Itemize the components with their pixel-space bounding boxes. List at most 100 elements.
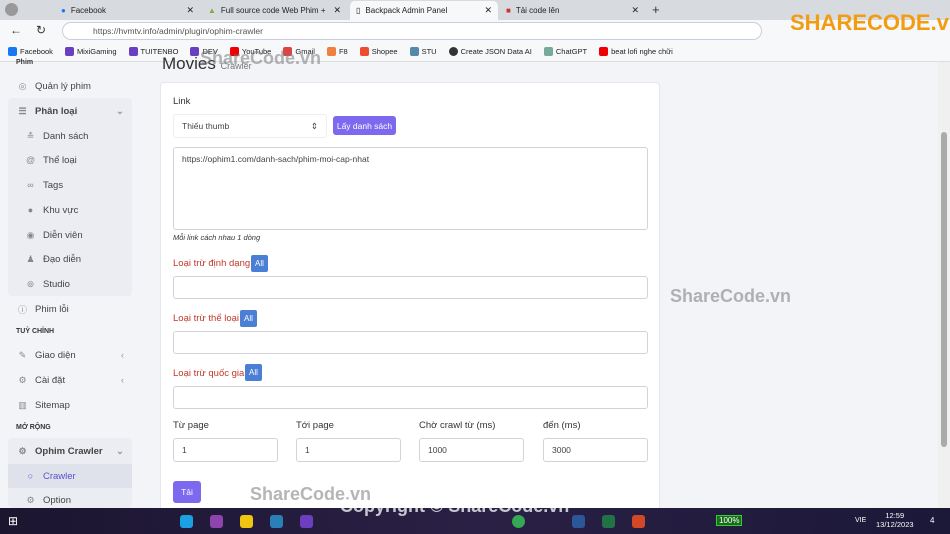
exclude-country-label: Loại trừ quốc gia — [173, 368, 245, 379]
bookmark[interactable]: STU — [409, 47, 437, 56]
bookmark[interactable]: ChatGPT — [543, 47, 587, 56]
reload-icon[interactable]: ↻ — [36, 23, 46, 37]
sidebar-item-sitemap[interactable]: ▥ Sitemap — [8, 393, 132, 417]
exclude-country-input[interactable] — [173, 386, 648, 409]
link-label: Link — [173, 96, 191, 107]
excel-icon[interactable] — [602, 515, 615, 528]
play-circle-icon: ◎ — [18, 80, 27, 91]
tab-backpack[interactable]: ▯ Backpack Admin Panel ✕ — [350, 1, 498, 20]
bookmark[interactable]: F8 — [326, 47, 348, 56]
tab-facebook[interactable]: ● Facebook ✕ — [55, 1, 200, 20]
bookmark[interactable]: beat lofi nghe chữi — [599, 47, 673, 56]
sidebar-item-phim-loi[interactable]: ⓘ Phim lỗi — [8, 297, 132, 321]
person-icon: ♟ — [26, 253, 35, 264]
fetch-list-button[interactable]: Lấy danh sách — [333, 116, 396, 135]
tab-upload[interactable]: ■ Tải code lên ✕ — [500, 1, 645, 20]
sidebar-item-giao-dien[interactable]: ✎ Giao diện ‹ — [8, 343, 132, 367]
exclude-genre-input[interactable] — [173, 331, 648, 354]
url-input[interactable]: https://hvmtv.info/admin/plugin/ophim-cr… — [62, 22, 762, 40]
sidebar-item-dao-dien[interactable]: ♟ Đạo diễn — [8, 247, 132, 271]
brush-icon: ✎ — [18, 349, 27, 360]
user-circle-icon: ◉ — [26, 229, 35, 240]
edge-icon[interactable] — [180, 515, 193, 528]
copyright-watermark: Copyright © ShareCode.vn — [340, 496, 570, 516]
sidebar-item-cai-dat[interactable]: ⚙ Cài đặt ‹ — [8, 368, 132, 392]
to-page-input[interactable]: 1 — [296, 438, 401, 462]
taskbar: ⊞ Copyright © ShareCode.vn 100% VIE 12:5… — [0, 496, 950, 534]
studio-icon: ⊚ — [26, 278, 35, 289]
bookmark[interactable]: Shopee — [359, 47, 398, 56]
sidebar-item-khu-vuc[interactable]: ● Khu vực — [8, 198, 132, 222]
bookmark[interactable]: Create JSON Data AI — [448, 47, 532, 56]
bookmark[interactable]: Facebook — [8, 47, 53, 56]
scrollbar[interactable] — [938, 62, 950, 508]
chevron-down-icon: ⌄ — [116, 445, 124, 457]
watermark: ShareCode.vn — [200, 48, 322, 68]
sharecode-logo: SHARECODE.vn — [790, 10, 950, 35]
wait-to-input[interactable]: 3000 — [543, 438, 648, 462]
close-icon[interactable]: ✕ — [484, 5, 492, 16]
section-tuy-chinh: TUỲ CHỈNH — [16, 328, 55, 335]
windows-start-icon[interactable]: ⊞ — [8, 514, 18, 528]
map-icon: ▥ — [18, 399, 27, 410]
sidebar-item-the-loai[interactable]: @ Thể loại — [8, 148, 132, 172]
close-icon[interactable]: ✕ — [333, 5, 341, 16]
stack-icon: ≛ — [26, 130, 35, 141]
link-icon: ∞ — [27, 180, 34, 190]
link-type-select[interactable]: Thiếu thumb ⇕ — [173, 114, 327, 138]
chevron-left-icon: ‹ — [120, 374, 124, 386]
gear-icon: ⚙ — [26, 494, 35, 505]
close-icon[interactable]: ✕ — [186, 5, 194, 16]
sidebar-item-studio[interactable]: ⊚ Studio — [8, 272, 132, 296]
section-mo-rong: MỞ RỘNG — [16, 424, 51, 431]
gear-icon: ⚙ — [18, 374, 27, 385]
section-phim: Phim — [16, 59, 34, 66]
profile-avatar[interactable] — [5, 3, 18, 16]
new-tab-button[interactable]: + — [652, 2, 660, 17]
language-indicator[interactable]: VIE — [855, 517, 866, 524]
powerpoint-icon[interactable] — [632, 515, 645, 528]
exclude-genre-all-button[interactable]: All — [240, 310, 257, 327]
gear-icon: ⚙ — [18, 445, 27, 456]
chevron-down-icon: ⌄ — [116, 105, 124, 117]
at-icon: @ — [26, 155, 36, 165]
wait-from-input[interactable]: 1000 — [419, 438, 524, 462]
exclude-genre-label: Loại trừ thể loại — [173, 313, 240, 324]
to-page-label: Tới page — [296, 420, 334, 431]
tab-sharecode[interactable]: ▲ Full source code Web Phim + Cr ✕ — [202, 1, 347, 20]
sidebar-item-crawler[interactable]: ○ Crawler — [8, 464, 132, 488]
facebook-icon: ● — [61, 6, 66, 15]
close-icon[interactable]: ✕ — [631, 5, 639, 16]
exclude-format-label: Loại trừ định dạng — [173, 258, 251, 269]
bookmarks-bar: Facebook MixiGaming TUITENBO DEV YouTube… — [0, 42, 950, 62]
notification-icon[interactable]: 4 — [930, 516, 934, 525]
sidebar-item-ophim-crawler[interactable]: ⚙ Ophim Crawler ⌄ — [8, 439, 132, 463]
exclude-format-input[interactable] — [173, 276, 648, 299]
sidebar-item-quan-ly-phim[interactable]: ◎ Quản lý phim — [8, 74, 132, 98]
sidebar-item-tags[interactable]: ∞ Tags — [8, 173, 132, 197]
sidebar: Phim ◎ Quản lý phim ☰ Phân loại ⌄ ≛ Danh sác… — [0, 59, 140, 508]
visual-studio-icon[interactable] — [300, 515, 313, 528]
sidebar-item-phan-loai[interactable]: ☰ Phân loại ⌄ — [8, 99, 132, 123]
bookmark[interactable]: MixiGaming — [64, 47, 117, 56]
select-arrows-icon: ⇕ — [310, 120, 318, 131]
github-icon[interactable] — [210, 515, 223, 528]
word-icon[interactable] — [572, 515, 585, 528]
wait-from-label: Chờ crawl từ (ms) — [419, 420, 496, 431]
battery-indicator[interactable]: 100% — [716, 515, 743, 526]
from-page-input[interactable]: 1 — [173, 438, 278, 462]
sidebar-item-dien-vien[interactable]: ◉ Diễn viên — [8, 223, 132, 247]
back-icon[interactable]: ← — [10, 23, 22, 37]
clock[interactable]: 12:59 13/12/2023 — [876, 511, 914, 529]
upload-icon: ■ — [506, 6, 511, 15]
circle-icon: ○ — [27, 471, 34, 481]
exclude-country-all-button[interactable]: All — [245, 364, 262, 381]
explorer-icon[interactable] — [240, 515, 253, 528]
submit-button[interactable]: Tải — [173, 481, 201, 503]
sidebar-item-danh-sach[interactable]: ≛ Danh sách — [8, 124, 132, 148]
help-text: Mỗi link cách nhau 1 dòng — [173, 233, 261, 242]
sharecode-icon: ▲ — [208, 6, 216, 15]
vscode-icon[interactable] — [270, 515, 283, 528]
link-textarea[interactable]: https://ophim1.com/danh-sach/phim-moi-ca… — [173, 147, 648, 230]
exclude-format-all-button[interactable]: All — [251, 255, 268, 272]
